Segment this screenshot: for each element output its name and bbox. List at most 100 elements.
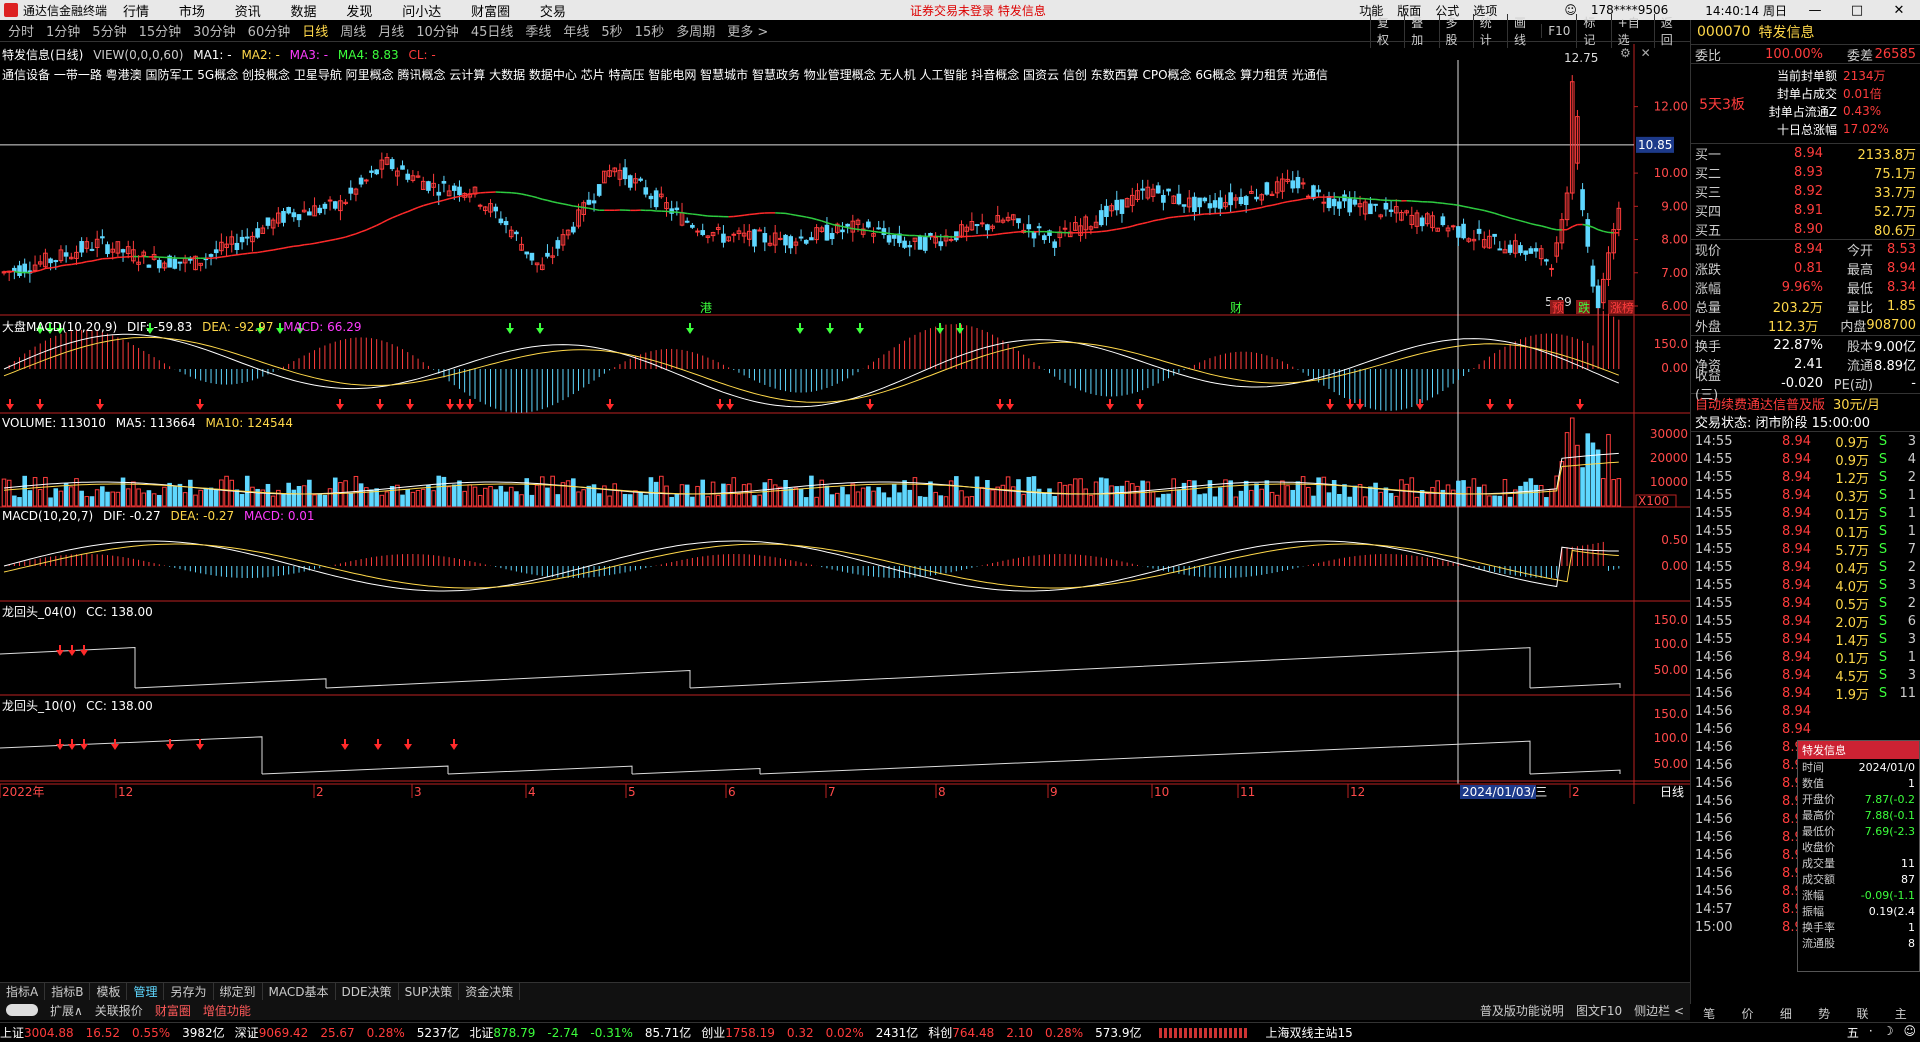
indicator-tab-6[interactable]: MACD基本 bbox=[263, 983, 336, 1000]
close-icon[interactable]: ✕ bbox=[1885, 3, 1913, 18]
period-13[interactable]: 5秒 bbox=[601, 21, 622, 40]
menu-ask[interactable]: 问小达 bbox=[402, 5, 441, 20]
server-name[interactable]: 上海双线主站15 bbox=[1265, 1024, 1352, 1041]
seal-row: 当前封单额 2134万 bbox=[1753, 66, 1920, 84]
tool-6[interactable]: 标记 bbox=[1576, 14, 1610, 48]
period-3[interactable]: 15分钟 bbox=[139, 21, 182, 40]
period-0[interactable]: 分时 bbox=[8, 21, 34, 40]
menu-market[interactable]: 市场 bbox=[179, 5, 205, 20]
period-7[interactable]: 周线 bbox=[340, 21, 366, 40]
period-16[interactable]: 更多 > bbox=[727, 21, 768, 40]
period-14[interactable]: 15秒 bbox=[635, 21, 665, 40]
candle-body bbox=[917, 235, 923, 250]
ime-icon-3[interactable]: ☺ bbox=[1903, 1024, 1916, 1041]
panel-close-icon[interactable]: ✕ bbox=[1641, 46, 1651, 60]
tool-5[interactable]: F10 bbox=[1541, 24, 1576, 38]
tool-3[interactable]: 统计 bbox=[1472, 14, 1507, 48]
menu-quotes[interactable]: 行情 bbox=[123, 5, 149, 20]
volume-bar bbox=[276, 489, 281, 507]
ime-icon-2[interactable]: ☽ bbox=[1883, 1024, 1894, 1041]
tool-7[interactable]: +自选 bbox=[1610, 14, 1654, 48]
tool-2[interactable]: 多股 bbox=[1438, 14, 1473, 48]
period-12[interactable]: 年线 bbox=[563, 21, 589, 40]
ime-icon-1[interactable]: · bbox=[1869, 1024, 1873, 1041]
index-3[interactable]: 创业1758.19 0.32 0.02% 2431亿 bbox=[701, 1024, 918, 1041]
index-change: -2.74 bbox=[547, 1026, 579, 1040]
concept-tags[interactable]: 通信设备 一带一路 粤港澳 国防军工 5G概念 创投概念 卫星导航 阿里概念 腾… bbox=[2, 66, 1328, 83]
indicator-tab-2[interactable]: 模板 bbox=[90, 983, 128, 1000]
quote-tab-0[interactable]: 笔 bbox=[1690, 1005, 1728, 1022]
minimize-icon[interactable]: — bbox=[1801, 3, 1829, 18]
menu-discover[interactable]: 发现 bbox=[346, 5, 372, 20]
indicator-tab-0[interactable]: 指标A bbox=[0, 983, 46, 1000]
ext-expand[interactable]: 扩展∧ bbox=[44, 1002, 89, 1019]
indicator-tab-3[interactable]: 管理 bbox=[127, 983, 165, 1000]
indicator-tab-7[interactable]: DDE决策 bbox=[336, 983, 399, 1000]
bid-row[interactable]: 买一 8.94 2133.8万 bbox=[1691, 144, 1920, 163]
signal-arrow-icon bbox=[196, 739, 204, 750]
tool-8[interactable]: 返回 bbox=[1653, 14, 1688, 48]
period-5[interactable]: 60分钟 bbox=[248, 21, 291, 40]
ime-icon-0[interactable]: 五 bbox=[1847, 1024, 1859, 1041]
indicator-tab-1[interactable]: 指标B bbox=[45, 983, 91, 1000]
menu-news[interactable]: 资讯 bbox=[235, 5, 261, 20]
period-6[interactable]: 日线 bbox=[302, 21, 328, 40]
extension-toggle[interactable] bbox=[6, 1004, 38, 1016]
volume-bar bbox=[669, 496, 674, 507]
period-4[interactable]: 30分钟 bbox=[193, 21, 236, 40]
quote-tab-1[interactable]: 价 bbox=[1728, 1005, 1766, 1022]
index-2[interactable]: 北证878.79 -2.74 -0.31% 85.71亿 bbox=[469, 1024, 691, 1041]
tool-1[interactable]: 叠加 bbox=[1404, 14, 1438, 48]
user-icon[interactable]: ☺ bbox=[1564, 3, 1577, 17]
ext-link-sidebar[interactable]: 侧边栏 < bbox=[1628, 1002, 1690, 1019]
period-9[interactable]: 10分钟 bbox=[416, 21, 459, 40]
period-1[interactable]: 1分钟 bbox=[46, 21, 80, 40]
tool-4[interactable]: 画线 bbox=[1507, 14, 1541, 48]
volume-bar bbox=[219, 479, 224, 507]
bid-row[interactable]: 买三 8.92 33.7万 bbox=[1691, 182, 1920, 201]
ext-related-quotes[interactable]: 关联报价 bbox=[89, 1002, 149, 1019]
bid-row[interactable]: 买二 8.93 75.1万 bbox=[1691, 163, 1920, 182]
candle-body bbox=[845, 223, 850, 227]
settings-icon[interactable]: ⚙ bbox=[1620, 46, 1631, 60]
login-warning[interactable]: 证券交易未登录 特发信息 bbox=[910, 2, 1046, 19]
period-2[interactable]: 5分钟 bbox=[92, 21, 126, 40]
volume-bar bbox=[1145, 481, 1151, 507]
index-4[interactable]: 科创764.48 2.10 0.28% 573.9亿 bbox=[928, 1024, 1141, 1041]
ma-line-segment bbox=[1111, 228, 1117, 231]
indicator-tab-5[interactable]: 绑定到 bbox=[214, 983, 263, 1000]
promo-row[interactable]: 自动续费通达信普及版 30元/月 bbox=[1691, 393, 1920, 413]
bid-row[interactable]: 买四 8.91 52.7万 bbox=[1691, 201, 1920, 220]
indicator-tab-8[interactable]: SUP决策 bbox=[399, 983, 460, 1000]
ext-wealth[interactable]: 财富圈 bbox=[149, 1002, 197, 1019]
tick-side: S bbox=[1878, 523, 1888, 539]
candle-body bbox=[757, 229, 762, 232]
menu-data[interactable]: 数据 bbox=[291, 5, 317, 20]
menu-wealth[interactable]: 财富圈 bbox=[471, 5, 510, 20]
bid-row[interactable]: 买五 8.90 80.6万 bbox=[1691, 220, 1920, 239]
quote-tab-4[interactable]: 联 bbox=[1843, 1005, 1881, 1022]
menu-trade[interactable]: 交易 bbox=[540, 5, 566, 20]
indicator-tab-9[interactable]: 资金决策 bbox=[459, 983, 521, 1000]
quote-tab-5[interactable]: 主 bbox=[1882, 1005, 1920, 1022]
quote-tab-2[interactable]: 细 bbox=[1767, 1005, 1805, 1022]
index-0[interactable]: 上证3004.88 16.52 0.55% 3982亿 bbox=[0, 1024, 225, 1041]
period-11[interactable]: 季线 bbox=[525, 21, 551, 40]
period-8[interactable]: 月线 bbox=[378, 21, 404, 40]
tool-0[interactable]: 复权 bbox=[1370, 14, 1404, 48]
index-1[interactable]: 深证9069.42 25.67 0.28% 5237亿 bbox=[235, 1024, 460, 1041]
candle-body bbox=[954, 231, 959, 241]
volume-bar bbox=[1399, 479, 1404, 507]
maximize-icon[interactable]: □ bbox=[1843, 3, 1871, 18]
ext-link-guide[interactable]: 普及版功能说明 bbox=[1474, 1002, 1570, 1019]
candle-body bbox=[514, 231, 519, 235]
ext-link-f10[interactable]: 图文F10 bbox=[1570, 1002, 1628, 1019]
kline-chart-area[interactable]: 12.0010.009.008.007.006.0010.8512.755.89… bbox=[0, 44, 1690, 982]
sawtooth-axis-label: 150.0 bbox=[1654, 707, 1688, 721]
ext-value-added[interactable]: 增值功能 bbox=[197, 1002, 257, 1019]
period-15[interactable]: 多周期 bbox=[676, 21, 715, 40]
period-10[interactable]: 45日线 bbox=[471, 21, 514, 40]
indicator-tab-4[interactable]: 另存为 bbox=[164, 983, 214, 1000]
quote-tab-3[interactable]: 势 bbox=[1805, 1005, 1843, 1022]
x-axis-label: 2 bbox=[1572, 785, 1580, 799]
